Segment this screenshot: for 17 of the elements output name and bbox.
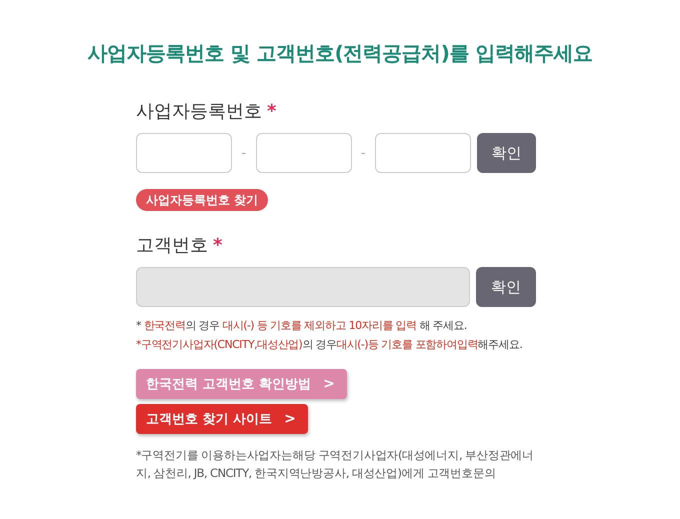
separator: - [240, 146, 248, 160]
find-business-number-button[interactable]: 사업자등록번호 찾기 [136, 189, 268, 211]
footnote-text: *구역전기를 이용하는사업자는해당 구역전기사업자(대성에너지, 부산정관에너지, 삼천리, JB, CNCITY, 한국지역난방공사, 대성산업)에게 고객번호문의 [136, 447, 534, 482]
required-mark: * [267, 100, 276, 122]
field-label: 사업자등록번호 [136, 100, 262, 123]
input-field[interactable] [136, 133, 232, 173]
required-mark: * [213, 234, 222, 256]
input-field[interactable] [256, 133, 352, 173]
link-button[interactable]: 고객번호 찾기 사이트 > [136, 404, 308, 434]
page-title: 사업자등록번호 및 고객번호(전력공급처)를 입력해주세요 [86, 40, 594, 67]
field-label: 고객번호 [136, 234, 208, 257]
separator: - [360, 146, 367, 160]
note-text: *구역전기사업자(CNCITY,대성산업)의 경우대시(-)등 기호를 포함하여입력해주세요. [136, 337, 522, 353]
link-button[interactable]: 한국전력 고객번호 확인방법 > [136, 369, 347, 399]
note-text: * 한국전력의 경우 대시(-) 등 기호를 제외하고 10자리를 입력 해 주세요. [136, 318, 467, 334]
confirm-button[interactable]: 확인 [477, 133, 536, 173]
input-field[interactable] [375, 133, 471, 173]
